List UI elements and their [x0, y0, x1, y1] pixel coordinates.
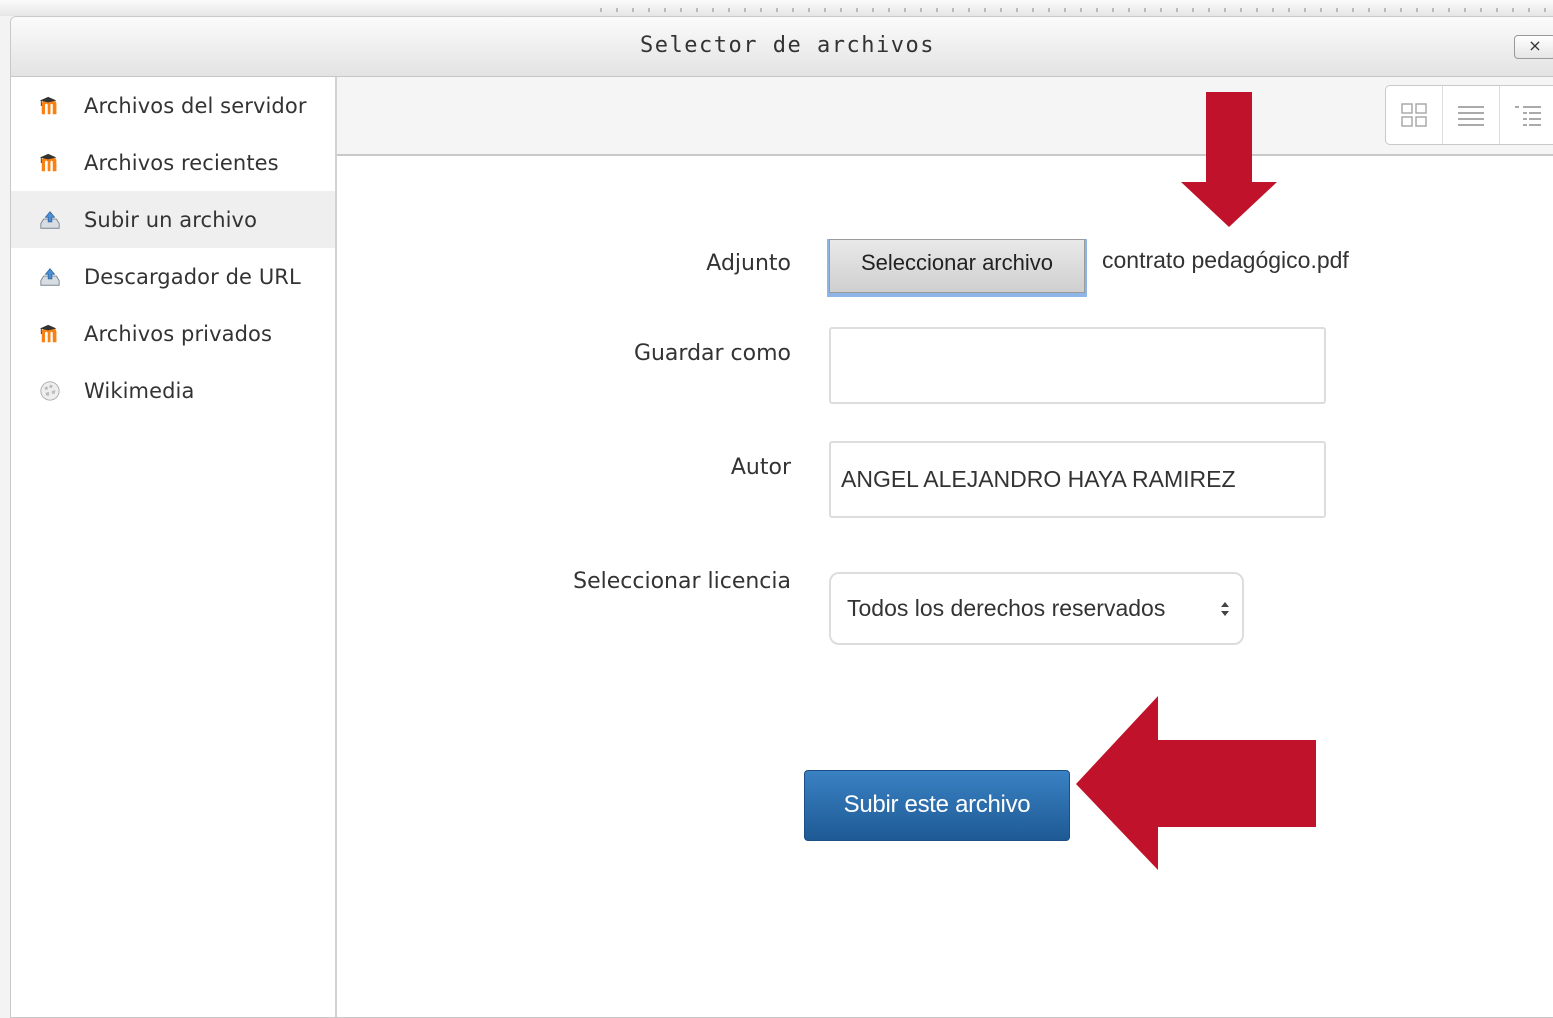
- save-as-input[interactable]: [829, 327, 1326, 404]
- sidebar-item-wikimedia[interactable]: Wikimedia: [11, 362, 335, 419]
- license-label: Seleccionar licencia: [573, 569, 791, 594]
- upload-file-button[interactable]: Subir este archivo: [804, 770, 1070, 841]
- author-label: Autor: [730, 455, 791, 480]
- sidebar-item-private-files[interactable]: Archivos privados: [11, 305, 335, 362]
- sidebar-item-label: Subir un archivo: [84, 207, 258, 232]
- grid-view-button[interactable]: [1386, 86, 1443, 144]
- moodle-icon: [39, 324, 57, 343]
- author-input[interactable]: ANGEL ALEJANDRO HAYA RAMIREZ: [829, 441, 1326, 518]
- dialog-title: Selector de archivos: [640, 33, 935, 58]
- sidebar-item-server-files[interactable]: Archivos del servidor: [11, 77, 335, 134]
- tree-view-button[interactable]: [1500, 86, 1553, 144]
- attachment-label: Adjunto: [706, 251, 791, 276]
- sidebar-item-label: Archivos recientes: [84, 150, 279, 175]
- upload-icon: [40, 211, 60, 229]
- upload-icon: [40, 268, 60, 286]
- sidebar-item-recent-files[interactable]: Archivos recientes: [11, 134, 335, 191]
- grid-view-icon: [1401, 103, 1427, 127]
- sidebar-item-url-downloader[interactable]: Descargador de URL: [11, 248, 335, 305]
- choose-file-button[interactable]: Seleccionar archivo: [829, 239, 1085, 293]
- repository-sidebar: Archivos del servidor Archivos recientes…: [11, 77, 337, 1017]
- list-view-icon: [1458, 106, 1484, 126]
- save-as-label: Guardar como: [633, 341, 791, 366]
- sidebar-item-label: Descargador de URL: [84, 264, 301, 289]
- moodle-icon: [39, 96, 57, 115]
- license-select[interactable]: Todos los derechos reservados: [829, 572, 1244, 645]
- down-arrow-annotation: [1181, 92, 1277, 227]
- view-mode-toggle: [1385, 85, 1553, 145]
- sidebar-item-label: Archivos privados: [84, 321, 273, 346]
- moodle-icon: [39, 153, 57, 172]
- dialog-titlebar: Selector de archivos ×: [11, 17, 1553, 77]
- view-toolbar: [337, 77, 1553, 156]
- list-view-button[interactable]: [1443, 86, 1500, 144]
- license-selected-value: Todos los derechos reservados: [847, 595, 1166, 621]
- close-button[interactable]: ×: [1514, 35, 1553, 59]
- left-arrow-annotation: [1076, 696, 1316, 870]
- sidebar-item-label: Wikimedia: [84, 378, 195, 403]
- file-picker-dialog: Selector de archivos × Archivos del serv…: [10, 16, 1553, 1018]
- select-arrows-icon: [1221, 602, 1229, 616]
- upload-panel: Adjunto Seleccionar archivo contrato ped…: [337, 77, 1553, 1017]
- wikimedia-icon: [40, 381, 60, 401]
- sidebar-item-upload-file[interactable]: Subir un archivo: [11, 191, 335, 248]
- tree-view-icon: [1515, 106, 1541, 126]
- sidebar-item-label: Archivos del servidor: [84, 93, 307, 118]
- selected-file-name: contrato pedagógico.pdf: [1102, 247, 1349, 273]
- background-page-strip: [0, 0, 1553, 16]
